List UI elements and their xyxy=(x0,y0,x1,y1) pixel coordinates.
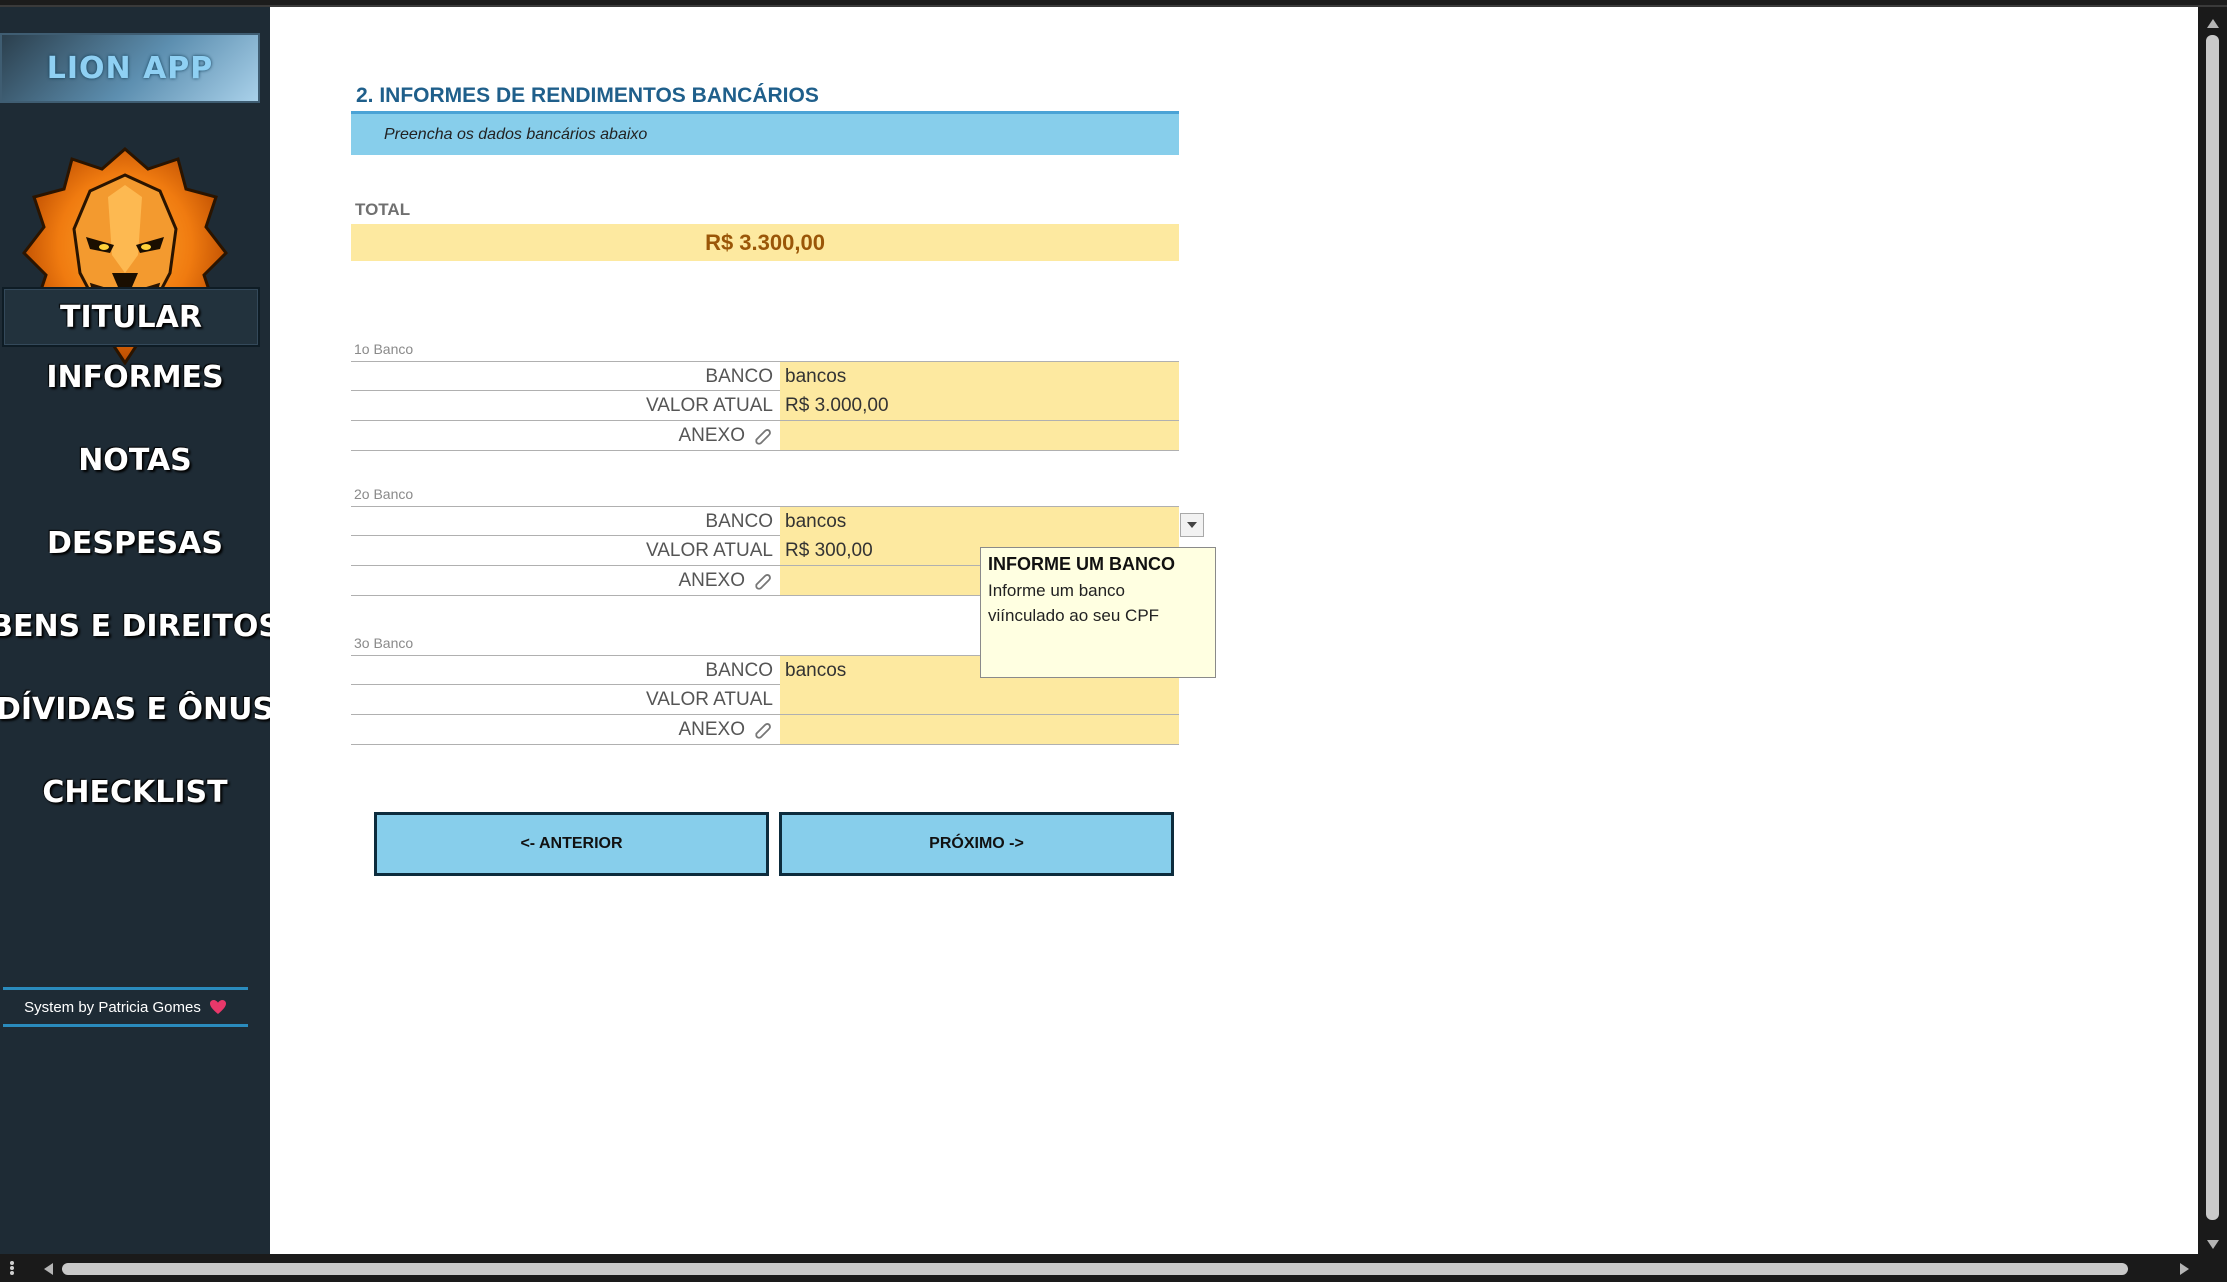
scroll-up-icon[interactable] xyxy=(2207,19,2219,28)
paperclip-icon[interactable] xyxy=(751,720,773,740)
scroll-left-icon[interactable] xyxy=(44,1263,53,1275)
paperclip-icon[interactable] xyxy=(751,426,773,446)
valor-atual-label: VALOR ATUAL xyxy=(645,539,773,561)
subtitle-text: Preencha os dados bancários abaixo xyxy=(384,125,648,143)
paperclip-icon[interactable] xyxy=(751,571,773,591)
bank-3-valor-row: VALOR ATUAL xyxy=(351,685,1179,715)
bank-1-banco-row: BANCO bancos xyxy=(351,361,1179,391)
nav-despesas[interactable]: DESPESAS xyxy=(0,513,270,573)
section-title: 2. INFORMES DE RENDIMENTOS BANCÁRIOS xyxy=(356,84,819,107)
nav-bens-e-direitos[interactable]: BENS E DIREITOS xyxy=(0,596,280,656)
vertical-scroll-thumb[interactable] xyxy=(2206,35,2219,1220)
bank-2-banco-row: BANCO bancos xyxy=(351,506,1179,536)
banco-label: BANCO xyxy=(705,659,773,681)
scroll-right-icon[interactable] xyxy=(2180,1263,2189,1275)
previous-button[interactable]: <- ANTERIOR xyxy=(374,812,769,876)
total-value: R$ 3.300,00 xyxy=(351,224,1179,261)
scroll-down-icon[interactable] xyxy=(2207,1240,2219,1249)
anexo-label: ANEXO xyxy=(678,718,745,740)
sheet-options-icon[interactable] xyxy=(10,1261,14,1275)
vertical-scrollbar[interactable] xyxy=(2198,7,2227,1254)
spreadsheet-app: LION APP TITULAR INFORMES NOTAS DESPESAS… xyxy=(0,0,2227,1282)
horizontal-scroll-thumb[interactable] xyxy=(62,1263,2128,1275)
credit-text: System by Patricia Gomes xyxy=(24,998,201,1016)
bank-1-anexo-row: ANEXO xyxy=(351,421,1179,451)
total-label: TOTAL xyxy=(355,200,411,219)
bank-1-valor-cell[interactable]: R$ 3.000,00 xyxy=(780,391,1179,420)
app-title: LION APP xyxy=(0,33,260,103)
bank-1-valor-row: VALOR ATUAL R$ 3.000,00 xyxy=(351,391,1179,421)
bank-3-anexo-row: ANEXO xyxy=(351,715,1179,745)
input-message-tooltip: INFORME UM BANCO Informe um banco viíncu… xyxy=(980,547,1216,678)
banco-label: BANCO xyxy=(705,365,773,387)
anexo-label: ANEXO xyxy=(678,424,745,446)
chevron-down-icon xyxy=(1187,522,1197,528)
nav-notas[interactable]: NOTAS xyxy=(0,430,270,490)
anexo-label-wrap: ANEXO xyxy=(351,421,777,450)
bank-1-banco-cell[interactable]: bancos xyxy=(780,362,1179,391)
tooltip-title: INFORME UM BANCO xyxy=(988,554,1175,574)
anexo-label: ANEXO xyxy=(678,569,745,591)
heart-icon xyxy=(209,1000,226,1014)
bank-1-anexo-cell[interactable] xyxy=(780,421,1179,450)
bank-2-header: 2o Banco xyxy=(354,486,414,502)
subtitle-bar: Preencha os dados bancários abaixo xyxy=(351,111,1179,155)
nav-checklist[interactable]: CHECKLIST xyxy=(0,762,270,822)
banco-label: BANCO xyxy=(705,510,773,532)
anexo-label-wrap: ANEXO xyxy=(351,715,777,744)
nav-titular[interactable]: TITULAR xyxy=(2,287,260,347)
bank-3-valor-cell[interactable] xyxy=(780,685,1179,714)
next-button[interactable]: PRÓXIMO -> xyxy=(779,812,1174,876)
valor-atual-label: VALOR ATUAL xyxy=(645,688,773,710)
bank-1-header: 1o Banco xyxy=(354,341,414,357)
horizontal-scrollbar[interactable] xyxy=(0,1254,2227,1282)
anexo-label-wrap: ANEXO xyxy=(351,566,777,595)
bank-2-dropdown-button[interactable] xyxy=(1180,513,1204,537)
nav-informes[interactable]: INFORMES xyxy=(0,347,270,407)
sidebar: LION APP TITULAR INFORMES NOTAS DESPESAS… xyxy=(0,7,280,1254)
nav-dividas-e-onus[interactable]: DÍVIDAS E ÔNUS xyxy=(0,679,274,739)
valor-atual-label: VALOR ATUAL xyxy=(645,394,773,416)
tooltip-body: Informe um banco viínculado ao seu CPF xyxy=(988,581,1160,625)
bank-3-anexo-cell[interactable] xyxy=(780,715,1179,744)
bank-2-banco-cell[interactable]: bancos xyxy=(780,507,1179,536)
credit-footer: System by Patricia Gomes xyxy=(3,987,248,1027)
window-top-border xyxy=(0,0,2227,7)
worksheet: 2. INFORMES DE RENDIMENTOS BANCÁRIOS Pre… xyxy=(270,7,2198,1254)
bank-3-header: 3o Banco xyxy=(354,635,414,651)
